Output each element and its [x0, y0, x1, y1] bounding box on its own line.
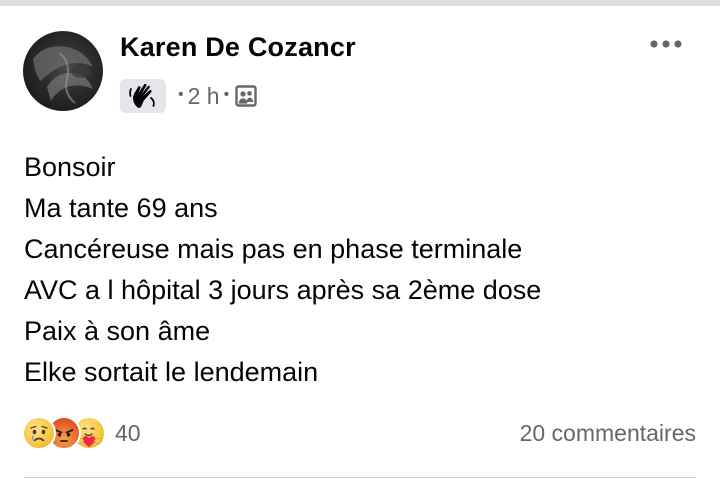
- meta-separator: •: [178, 86, 184, 103]
- author-avatar[interactable]: [23, 31, 103, 111]
- post-card: Karen De Cozancr • 2 h • Bonsoir Ma tant…: [0, 6, 720, 493]
- reactions-summary[interactable]: 40: [22, 416, 141, 450]
- author-name[interactable]: Karen De Cozancr: [120, 32, 356, 63]
- message-line: Elke sortait le lendemain: [24, 357, 319, 387]
- message-line: Bonsoir: [24, 152, 116, 182]
- message-line: Ma tante 69 ans: [24, 193, 218, 223]
- more-options-button[interactable]: [642, 32, 690, 56]
- profile-badge[interactable]: [120, 79, 166, 113]
- post-timestamp[interactable]: 2 h: [188, 83, 220, 110]
- message-line: AVC a l hôpital 3 jours après sa 2ème do…: [24, 275, 542, 305]
- avatar-image: [33, 46, 93, 104]
- message-line: Cancéreuse mais pas en phase terminale: [24, 234, 523, 264]
- reaction-count: 40: [115, 419, 141, 446]
- friends-audience-icon: [235, 85, 257, 107]
- waving-hand-icon: [129, 83, 155, 108]
- post-message: Bonsoir Ma tante 69 ans Cancéreuse mais …: [24, 147, 704, 393]
- comments-count-link[interactable]: 20 commentaires: [520, 420, 696, 447]
- audience-selector[interactable]: [235, 85, 257, 107]
- post-meta: • 2 h •: [120, 79, 257, 113]
- meta-separator: •: [223, 86, 230, 103]
- sad-reaction-icon: [22, 416, 56, 450]
- message-line: Paix à son âme: [24, 316, 211, 346]
- more-horizontal-icon: [650, 40, 682, 48]
- bottom-divider: [24, 477, 696, 478]
